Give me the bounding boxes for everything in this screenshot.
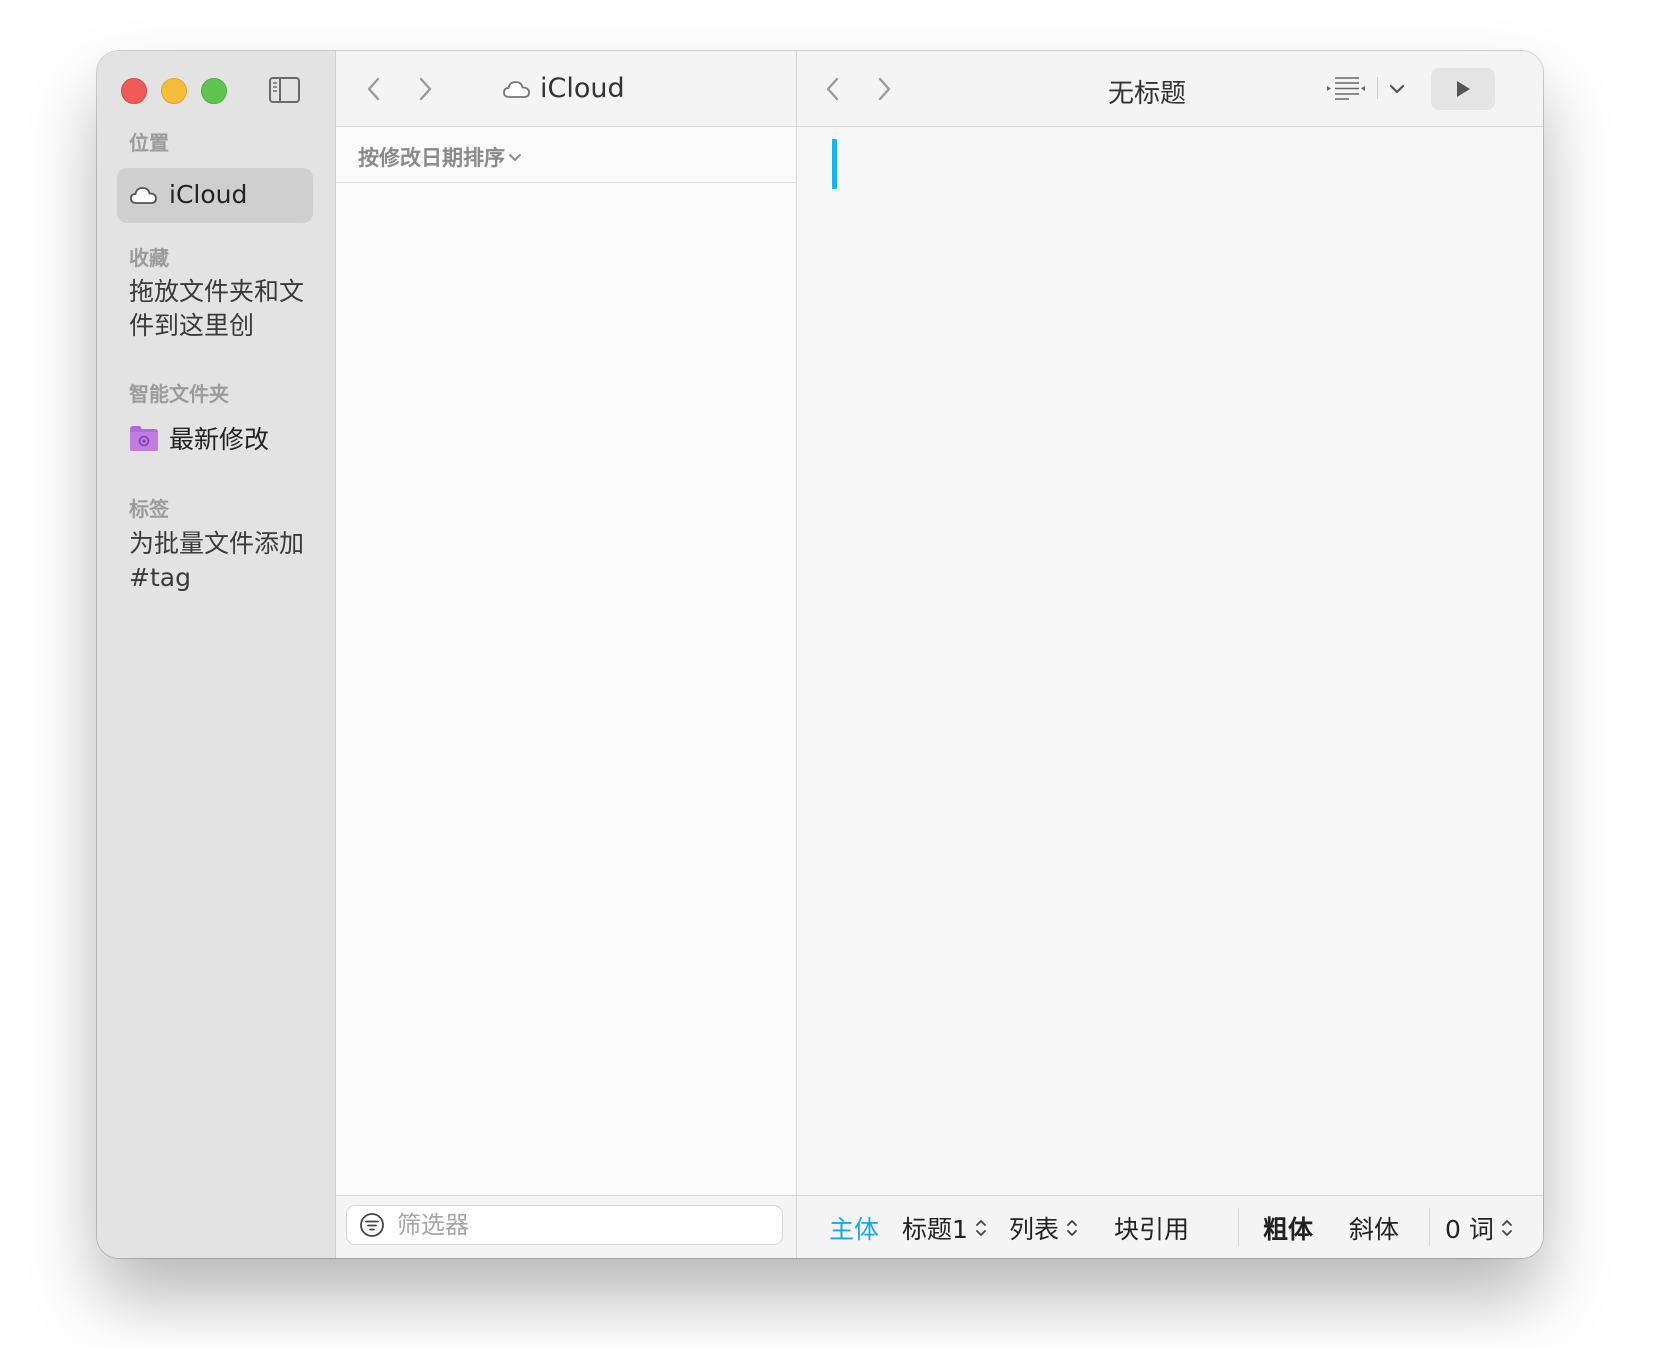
format-blockquote-label: 块引用 <box>1114 1215 1190 1244</box>
format-blockquote-button[interactable]: 块引用 <box>1114 1210 1189 1246</box>
sort-bar: 按修改日期排序 <box>336 127 796 183</box>
format-heading-label: 标题1 <box>902 1215 968 1244</box>
format-bold-label: 粗体 <box>1263 1215 1314 1244</box>
close-window-button[interactable] <box>121 78 147 104</box>
forward-icon[interactable] <box>415 75 435 103</box>
app-window: 位置 iCloud 收藏 拖放文件夹和文件到这里创 智能文件夹 最新修改 标签 … <box>97 51 1543 1258</box>
format-list-button[interactable]: 列表 <box>1009 1210 1079 1246</box>
back-icon[interactable] <box>364 75 384 103</box>
section-label-favorites: 收藏 <box>129 246 169 270</box>
sidebar-toggle-icon[interactable] <box>269 77 300 103</box>
updown-icon <box>976 1220 986 1236</box>
chevron-down-icon <box>509 154 521 161</box>
text-cursor <box>832 139 837 189</box>
play-icon <box>1457 81 1470 97</box>
updown-icon <box>1501 1220 1512 1236</box>
word-count-button[interactable]: 0 词 <box>1445 1210 1514 1246</box>
format-italic-label: 斜体 <box>1349 1215 1400 1244</box>
sidebar-item-label: iCloud <box>169 180 248 209</box>
cloud-icon <box>503 80 530 98</box>
smart-folder-icon <box>130 426 158 451</box>
preview-button[interactable] <box>1431 68 1495 110</box>
zoom-window-button[interactable] <box>201 78 227 104</box>
sidebar: 位置 iCloud 收藏 拖放文件夹和文件到这里创 智能文件夹 最新修改 标签 … <box>97 51 336 1258</box>
format-divider <box>1238 1208 1239 1246</box>
section-label-tags: 标签 <box>129 497 169 521</box>
sort-label: 按修改日期排序 <box>358 146 505 170</box>
editor-pane: 无标题 主体 标题1 列表 块引用 粗体 斜体 0 词 <box>797 51 1543 1258</box>
section-label-locations: 位置 <box>129 131 169 155</box>
sidebar-item-label: 最新修改 <box>169 425 270 454</box>
section-label-smart-folders: 智能文件夹 <box>129 382 229 406</box>
sort-dropdown[interactable]: 按修改日期排序 <box>358 142 523 172</box>
chevron-down-icon[interactable] <box>1387 79 1407 99</box>
format-italic-button[interactable]: 斜体 <box>1349 1210 1399 1246</box>
filter-icon <box>360 1213 384 1237</box>
filter-field[interactable] <box>346 1205 783 1245</box>
sidebar-item-icloud-content[interactable]: iCloud <box>129 180 247 209</box>
format-body-label: 主体 <box>829 1215 880 1244</box>
outline-icon[interactable] <box>1325 73 1367 105</box>
favorites-hint: 拖放文件夹和文件到这里创 <box>129 277 305 340</box>
file-list-toolbar: iCloud <box>336 51 796 127</box>
format-body-button[interactable]: 主体 <box>829 1210 879 1246</box>
minimize-window-button[interactable] <box>161 78 187 104</box>
file-list-footer <box>336 1195 796 1258</box>
format-heading-button[interactable]: 标题1 <box>902 1210 988 1246</box>
word-count-label: 0 词 <box>1445 1215 1494 1244</box>
folder-title: iCloud <box>502 73 625 104</box>
file-list-pane: iCloud 按修改日期排序 <box>336 51 797 1258</box>
format-bold-button[interactable]: 粗体 <box>1263 1210 1313 1246</box>
tags-hint: 为批量文件添加#tag <box>129 529 305 592</box>
format-list-label: 列表 <box>1009 1215 1060 1244</box>
format-bar: 主体 标题1 列表 块引用 粗体 斜体 0 词 <box>797 1195 1543 1258</box>
folder-title-label: iCloud <box>540 73 625 104</box>
cloud-icon <box>130 186 157 204</box>
toolbar-divider <box>1377 77 1378 99</box>
format-divider <box>1429 1208 1430 1246</box>
filter-input[interactable] <box>395 1210 759 1240</box>
updown-icon <box>1067 1220 1077 1236</box>
editor-toolbar: 无标题 <box>797 51 1543 127</box>
sidebar-item-recent[interactable]: 最新修改 <box>129 420 269 456</box>
